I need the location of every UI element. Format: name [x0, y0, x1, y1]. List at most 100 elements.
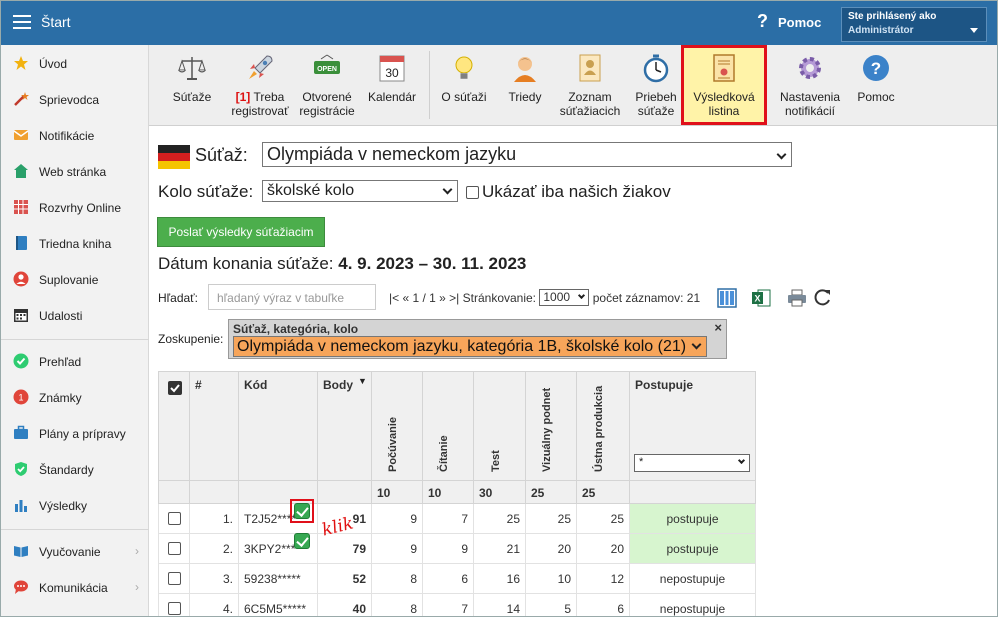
pager: |< « 1 / 1 » >| Stránkovanie: 1000 počet… — [389, 288, 700, 306]
row-num: 2. — [190, 534, 239, 564]
toolbar-register-button[interactable]: [1] Treba registrovať — [229, 53, 291, 118]
toolbar-classes-button[interactable]: Triedy — [501, 53, 549, 104]
row-code: 6C5M5***** — [239, 594, 318, 616]
sidebar-item-vyucovanie[interactable]: Vyučovanie › — [1, 536, 149, 566]
advances-filter-select[interactable]: * — [634, 454, 750, 472]
sidebar-item-prehlad[interactable]: Prehľad — [1, 346, 149, 376]
sidebar-item-znamky[interactable]: 1 Známky — [1, 382, 149, 412]
toolbar-contestants-button[interactable]: Zoznam súťažiacich — [555, 53, 625, 118]
row-select-checkbox[interactable] — [167, 542, 181, 555]
row-checkbox[interactable] — [158, 534, 190, 564]
sidebar-item-rozvrhy[interactable]: Rozvrhy Online — [1, 192, 149, 222]
svg-text:30: 30 — [385, 66, 399, 80]
paging-select[interactable]: 1000 — [539, 288, 590, 306]
sidebar-item-notifikacie[interactable]: Notifikácie — [1, 120, 149, 150]
sidebar-item-plany[interactable]: Plány a prípravy — [1, 418, 149, 448]
columns-icon[interactable] — [717, 288, 737, 308]
header-oral[interactable]: Ústna produkcia — [577, 371, 630, 481]
excel-icon[interactable]: X — [751, 288, 771, 308]
toolbar-open-registrations-button[interactable]: OPEN Otvorené registrácie — [293, 53, 361, 118]
house-icon — [14, 164, 28, 178]
sidebar-item-label: Štandardy — [39, 463, 94, 477]
row-select-checkbox[interactable] — [167, 602, 181, 615]
sidebar-item-label: Plány a prípravy — [39, 427, 126, 441]
user-menu[interactable]: Ste prihlásený ako Administrátor — [841, 7, 987, 42]
select-all-checkbox[interactable] — [168, 381, 182, 395]
sidebar-item-standardy[interactable]: Štandardy — [1, 454, 149, 484]
row-status: postupuje — [630, 504, 756, 534]
chevron-down-icon — [578, 291, 586, 299]
caret-down-icon — [970, 28, 978, 33]
toolbar-label-2: registrovať — [231, 104, 289, 118]
header-visual[interactable]: Vizuálny podnet — [526, 371, 577, 481]
header-code[interactable]: Kód — [239, 371, 318, 481]
toolbar-label: Triedy — [508, 90, 542, 104]
contestant-list-icon — [579, 54, 601, 82]
toolbar-label-2: súťažiacich — [559, 104, 621, 118]
toolbar-calendar-button[interactable]: 30 Kalendár — [365, 53, 419, 104]
header-advances[interactable]: Postupuje * — [630, 371, 756, 481]
header-num[interactable]: # — [190, 371, 239, 481]
header-reading[interactable]: Čítanie — [423, 371, 474, 481]
header-points[interactable]: Body ▼ — [318, 371, 372, 481]
group-panel: Súťaž, kategória, kolo × Olympiáda v nem… — [228, 319, 727, 359]
only-ours-checkbox[interactable] — [466, 186, 479, 199]
row-checkbox[interactable] — [158, 594, 190, 616]
hamburger-menu-icon[interactable] — [13, 15, 31, 29]
header-test[interactable]: Test — [474, 371, 526, 481]
search-label: Hľadať: — [158, 291, 199, 305]
row-listening: 9 — [372, 534, 423, 564]
toolbar-progress-button[interactable]: Priebeh súťaže — [627, 53, 685, 118]
row-select-checkbox[interactable] — [167, 512, 181, 525]
help-question-icon[interactable]: ? — [757, 11, 768, 32]
send-results-button[interactable]: Poslať výsledky súťažiacim — [157, 217, 325, 247]
row-select-checkbox[interactable] — [167, 572, 181, 585]
round-select-value: školské kolo — [267, 182, 355, 199]
confirmed-check-icon[interactable] — [294, 533, 310, 549]
search-input[interactable]: hľadaný výraz v tabuľke — [208, 284, 376, 310]
sidebar-item-udalosti[interactable]: Udalosti — [1, 300, 149, 330]
toolbar-about-button[interactable]: O súťaži — [437, 53, 491, 104]
sidebar-item-uvod[interactable]: Úvod — [1, 48, 149, 78]
magic-wand-icon — [14, 92, 29, 106]
close-icon[interactable]: × — [714, 320, 722, 335]
row-reading: 7 — [423, 504, 474, 534]
toolbar-divider — [429, 51, 430, 119]
user-role: Administrátor — [848, 25, 914, 36]
help-link[interactable]: Pomoc — [778, 15, 821, 30]
group-select[interactable]: Olympiáda v nemeckom jazyku, kategória 1… — [233, 336, 707, 357]
sidebar-item-suplovanie[interactable]: Suplovanie — [1, 264, 149, 294]
app-window: Štart ? Pomoc Ste prihlásený ako Adminis… — [0, 0, 998, 617]
row-checkbox[interactable] — [158, 504, 190, 534]
toolbar-help-button[interactable]: ? Pomoc — [853, 53, 899, 104]
max-test: 30 — [474, 481, 526, 504]
contest-select[interactable]: Olympiáda v nemeckom jazyku — [262, 142, 792, 167]
pager-nav[interactable]: |< « 1 / 1 » >| — [389, 291, 459, 305]
refresh-icon[interactable] — [813, 288, 833, 308]
toolbar-label: Nastavenia — [779, 90, 841, 104]
sidebar-item-label: Sprievodca — [39, 93, 100, 107]
app-title[interactable]: Štart — [41, 14, 71, 30]
toolbar-notification-settings-button[interactable]: Nastavenia notifikácií — [777, 53, 843, 118]
sidebar-item-komunikacia[interactable]: Komunikácia › — [1, 572, 149, 602]
row-checkbox[interactable] — [158, 564, 190, 594]
row-num: 1. — [190, 504, 239, 534]
sidebar-item-sprievodca[interactable]: Sprievodca — [1, 84, 149, 114]
header-listening[interactable]: Počúvanie — [372, 371, 423, 481]
round-select[interactable]: školské kolo — [262, 180, 458, 202]
star-icon — [14, 56, 28, 70]
toolbar-label: Pomoc — [857, 90, 895, 104]
sidebar-item-label: Prehľad — [39, 355, 82, 369]
scales-icon — [178, 57, 206, 80]
confirmed-check-icon[interactable] — [294, 503, 310, 519]
svg-text:?: ? — [871, 59, 881, 78]
open-book-icon — [14, 546, 28, 557]
sidebar-item-web[interactable]: Web stránka — [1, 156, 149, 186]
toolbar-souteze-button[interactable]: Súťaže — [169, 53, 215, 104]
toolbar-results-button[interactable]: Výsledková listina — [689, 53, 759, 118]
svg-text:X: X — [754, 294, 760, 304]
printer-icon[interactable] — [787, 288, 807, 308]
sidebar-item-triedna-kniha[interactable]: Triedna kniha — [1, 228, 149, 258]
sidebar-item-vysledky[interactable]: Výsledky — [1, 490, 149, 520]
stopwatch-icon — [643, 54, 669, 83]
